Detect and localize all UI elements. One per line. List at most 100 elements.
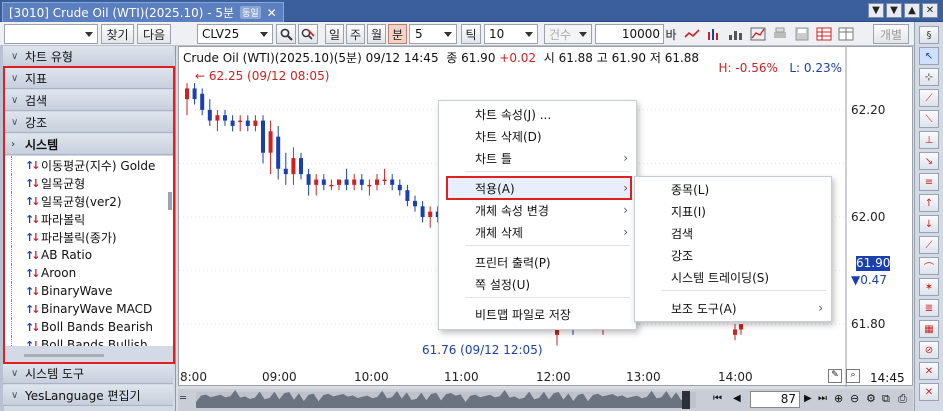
search-history-dropdown[interactable] (4, 24, 98, 44)
bar-count-input[interactable]: 10000 (595, 24, 664, 44)
search-cancel-icon[interactable] (298, 24, 318, 44)
period-day-button[interactable]: 일 (325, 24, 344, 44)
sidebar-group-yeslanguage[interactable]: ∨ YesLanguage 편집기 (3, 385, 173, 406)
arrow-up-icon[interactable]: ↑ (919, 194, 939, 212)
vertical-line-icon[interactable]: ⊥ (919, 131, 939, 149)
trend-line-icon[interactable]: ⟋ (919, 89, 939, 107)
nav-first-icon[interactable]: ⏮ (713, 393, 722, 404)
interval-select[interactable]: 5 (409, 24, 457, 44)
indicator-icon[interactable] (749, 25, 767, 43)
system-list-item[interactable]: ↑↓ BinaryWave (5, 282, 167, 300)
candle-body (352, 179, 357, 185)
system-list-item[interactable]: ↑↓ 일목균형(ver2) (5, 192, 167, 210)
text-icon[interactable]: ▦ (919, 320, 939, 338)
tick-button[interactable]: 틱 (461, 24, 481, 44)
navigator-volume[interactable] (178, 389, 913, 411)
context-menu-item[interactable]: 차트 속성(J) ... (439, 103, 638, 125)
window-menu-button[interactable]: ▼ (868, 3, 884, 18)
maximize-button[interactable]: ▲ (904, 3, 920, 18)
submenu-item[interactable]: 강조 (635, 244, 833, 266)
system-list-item[interactable]: ↑↓ 파라볼릭(종가) (5, 228, 167, 246)
sidebar-group-system[interactable]: › 시스템 (3, 134, 173, 155)
minimize-button[interactable]: ▼ (886, 3, 902, 18)
context-menu-item[interactable]: 비트맵 파일로 저장 (439, 303, 638, 325)
context-menu-item[interactable]: 프린터 출력(P) (439, 251, 638, 273)
crosshair-icon[interactable]: ⊹ (919, 68, 939, 86)
channel-icon[interactable]: ↘ (919, 152, 939, 170)
search-icon[interactable] (276, 24, 296, 44)
print-small-icon[interactable]: ⎙ (898, 392, 907, 406)
nav-prev-icon[interactable]: ◀ (733, 393, 741, 404)
period-minute-button[interactable]: 분 (388, 24, 407, 44)
fibonacci-icon[interactable]: ≡ (919, 173, 939, 191)
find-button[interactable]: 찾기 (101, 24, 134, 44)
zoom-out-icon[interactable]: ⊖ (850, 392, 859, 405)
window-tab[interactable]: [3010] Crude Oil (WTI)(2025.10) - 5분 동일 … (2, 2, 284, 22)
arrow-down-icon[interactable]: ↓ (919, 215, 939, 233)
cycle-icon[interactable]: ⌒ (919, 257, 939, 275)
tick-select[interactable]: 10 (484, 24, 538, 44)
system-list-scrollbar[interactable] (167, 156, 173, 346)
erase-icon[interactable]: ⊘ (919, 341, 939, 359)
volume-chart-icon[interactable] (727, 25, 745, 43)
pitchfork-icon[interactable]: ≣ (919, 299, 939, 317)
save-icon[interactable] (793, 25, 811, 43)
system-list-item[interactable]: ↑↓ Boll Bands Bullish (5, 336, 167, 346)
zoom-icon[interactable]: ⌕ (846, 369, 860, 383)
context-menu-item[interactable]: 적용(A) › (439, 177, 638, 199)
delete-icon[interactable]: ✕ (919, 383, 939, 401)
grid-settings-icon[interactable] (815, 25, 833, 43)
system-list-hscroll[interactable] (24, 354, 104, 357)
system-list-item[interactable]: ↑↓ 파라볼릭 (5, 210, 167, 228)
diagonal-line-icon[interactable]: ⟋ (919, 236, 939, 254)
sync-tag[interactable]: 동일 (240, 6, 261, 19)
context-menu-item[interactable]: 차트 틀 › (439, 147, 638, 169)
edit-icon[interactable]: ✎ (828, 369, 842, 383)
sidebar-group-chart-type[interactable]: ∨ 차트 유형 (3, 46, 173, 67)
nav-grip-icon[interactable]: ═ (180, 393, 186, 404)
sidebar-group-search[interactable]: ∨ 검색 (3, 90, 173, 111)
next-button[interactable]: 다음 (137, 24, 171, 44)
sidebar-group-system-tools[interactable]: ∨ 시스템 도구 (3, 363, 173, 384)
table-icon[interactable] (837, 25, 855, 43)
system-list-item[interactable]: ↑↓ Aroon (5, 264, 167, 282)
horizontal-line-icon[interactable]: ⟍ (919, 110, 939, 128)
nav-last-icon[interactable]: ⏭ (818, 393, 827, 404)
cursor-icon[interactable]: ↖ (919, 47, 939, 65)
submenu-item[interactable]: 종목(L) (635, 178, 833, 200)
context-menu-item[interactable]: 차트 삭제(D) (439, 125, 638, 147)
system-list-item[interactable]: ↑↓ BinaryWave MACD (5, 300, 167, 318)
print-icon[interactable] (771, 25, 789, 43)
submenu-item[interactable]: 시스템 트레이딩(S) (635, 266, 833, 288)
submenu-item[interactable]: 검색 (635, 222, 833, 244)
close-tab-icon[interactable]: ✕ (267, 6, 277, 20)
scroll-thumb[interactable] (168, 192, 172, 210)
context-menu-item[interactable]: 개체 속성 변경 › (439, 199, 638, 221)
settings-icon[interactable]: § (919, 26, 939, 44)
nav-next-icon[interactable]: ▶ (804, 393, 812, 404)
system-list-item[interactable]: ↑↓ AB Ratio (5, 246, 167, 264)
line-chart-icon[interactable] (683, 25, 701, 43)
context-menu-item[interactable]: 쪽 설정(U) (439, 273, 638, 295)
settings-icon[interactable]: ⚙ (866, 392, 876, 405)
period-month-button[interactable]: 월 (367, 24, 386, 44)
close-window-button[interactable]: ✕ (922, 3, 938, 18)
period-week-button[interactable]: 주 (346, 24, 365, 44)
count-select[interactable]: 건수 (544, 24, 592, 44)
copy-icon[interactable]: ⧉ (882, 392, 890, 406)
shape-icon[interactable]: ✕ (919, 362, 939, 380)
submenu-item[interactable]: 보조 도구(A) › (635, 297, 833, 319)
system-list-item[interactable]: ↑↓ Boll Bands Bearish (5, 318, 167, 336)
bar-count-field[interactable]: 87 (750, 391, 800, 408)
submenu-item[interactable]: 지표(I) (635, 200, 833, 222)
zoom-in-icon[interactable]: ⊕ (834, 392, 843, 405)
sidebar-group-indicator[interactable]: ∨ 지표 (3, 68, 173, 89)
context-menu-item[interactable]: 개체 삭제 › (439, 221, 638, 243)
system-list-item[interactable]: ↑↓ 일목균형 (5, 174, 167, 192)
individual-button[interactable]: 개별 (873, 24, 909, 44)
sidebar-group-highlight[interactable]: ∨ 강조 (3, 112, 173, 133)
gann-icon[interactable]: ✶ (919, 278, 939, 296)
bar-chart-icon[interactable] (705, 25, 723, 43)
system-list-item[interactable]: ↑↓ 이동평균(지수) Golde (5, 156, 167, 174)
symbol-select[interactable]: CLV25 (197, 24, 273, 44)
